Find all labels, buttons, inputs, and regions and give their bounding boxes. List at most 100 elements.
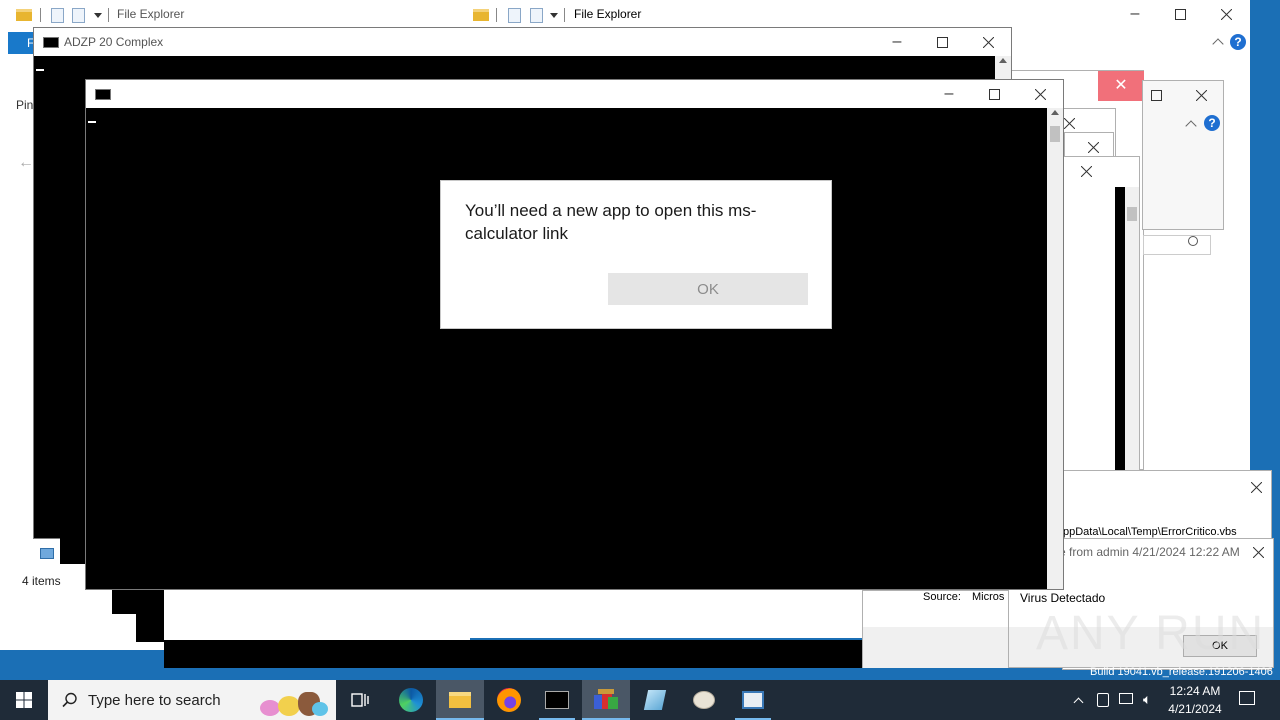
maximize-button[interactable] [919,28,965,56]
minimize-button[interactable]: – [1112,0,1158,28]
close-button[interactable] [1203,0,1249,28]
volume-icon[interactable]: 🔈︎ [1143,691,1151,708]
easter-eggs-icon [260,688,330,718]
desktop-icon-higher[interactable]: higher [74,598,114,613]
collapse-ribbon-icon[interactable] [1185,120,1197,132]
source-label: Source: [923,591,961,603]
window-title: File Explorer [574,7,642,21]
maximize-button[interactable] [1133,81,1179,109]
minimize-button[interactable]: – [926,80,972,108]
cmd-icon [545,691,569,709]
search-box[interactable]: Type here to search [48,680,336,720]
console-fragment [136,588,164,642]
file-explorer-icon [449,692,471,708]
help-icon[interactable]: ? [1230,34,1246,50]
scroll-up-arrow[interactable] [1051,110,1059,115]
close-button[interactable] [1233,473,1279,501]
minimize-button[interactable]: – [874,28,920,56]
window-title: ADZP 20 Complex [64,35,164,49]
show-hidden-icons-chevron-icon[interactable] [1073,697,1084,708]
console-icon [43,37,59,48]
maximize-button[interactable] [1157,0,1203,28]
edge-button[interactable] [387,680,435,720]
build-watermark: Build 19041.vb_release.191206-1406 [1090,666,1273,678]
task-view-icon [351,693,369,707]
app-needed-dialog[interactable]: You’ll need a new app to open this ms-ca… [440,180,832,329]
edge-icon [399,688,423,712]
back-arrow-icon[interactable]: ← [18,154,34,172]
ok-button[interactable]: OK [608,273,808,305]
title-bar: – [86,80,1063,108]
title-bar: File Explorer – [464,0,1250,28]
task-view-button[interactable] [336,680,384,720]
message-body: Virus Detectado [1020,591,1106,605]
search-icon [62,692,77,708]
script-path: ppData\Local\Temp\ErrorCritico.vbs [1063,526,1237,538]
cmd-button[interactable] [533,680,581,720]
close-button[interactable] [1178,81,1224,109]
console-strip [1115,187,1125,477]
divider [496,8,497,22]
anyrun-watermark: ANY RUN [1036,607,1266,660]
scrollbar-thumb[interactable] [1127,207,1137,221]
firefox-button[interactable] [485,680,533,720]
desktop-icon-vlc[interactable]: VLC media player [6,598,66,628]
folder-icon [16,9,32,21]
console-fragment [60,538,86,564]
taskbar-preview-icon [40,548,54,559]
winrar-icon [594,689,618,711]
divider [40,8,41,22]
firefox-icon [497,688,521,712]
console-window-front[interactable]: – [85,79,1064,590]
paint-icon [693,691,715,709]
scrollbar-thumb[interactable] [1050,126,1060,142]
taskbar: Type here to search 🔈︎ 12:24 AM 4/21/202… [0,680,1280,720]
window-title: File Explorer [117,7,185,21]
winrar-button[interactable] [582,680,630,720]
text-cursor [36,69,44,71]
notifications-icon[interactable] [1239,691,1255,705]
collapse-ribbon-icon[interactable] [1212,38,1224,50]
help-icon[interactable]: ? [1204,115,1220,131]
security-icon[interactable] [1097,693,1109,707]
paint-button[interactable] [680,680,728,720]
start-button[interactable] [0,680,48,720]
folder-icon [473,9,489,21]
chevron-down-icon[interactable] [550,13,558,18]
notepad-button[interactable] [631,680,679,720]
stacked-window-2[interactable]: ? [1142,80,1224,255]
pin-to-quick-access[interactable]: Pin [16,98,33,112]
properties-icon[interactable] [51,8,64,23]
source-value: Micros [972,591,1005,603]
divider [108,8,109,22]
close-button[interactable] [1235,539,1280,565]
script-button[interactable] [729,680,777,720]
search-icon[interactable] [1188,236,1198,246]
chevron-down-icon[interactable] [94,13,102,18]
close-button[interactable] [1017,80,1063,108]
clock-time[interactable]: 12:24 AM [1160,684,1230,698]
properties-icon[interactable] [508,8,521,23]
close-button[interactable] [1063,157,1109,185]
new-folder-icon[interactable] [72,8,85,23]
title-bar: File Explorer [0,0,470,28]
white-window-fragment [164,588,862,638]
notepad-icon [643,690,667,710]
scrollbar[interactable] [1125,187,1139,477]
clock-date[interactable]: 4/21/2024 [1160,702,1230,716]
search-placeholder: Type here to search [88,692,221,709]
script-icon [742,691,764,709]
file-explorer-button[interactable] [436,680,484,720]
new-folder-icon[interactable] [530,8,543,23]
search-box[interactable] [1143,235,1211,255]
status-bar-text: 4 items [22,574,61,588]
scroll-up-arrow[interactable] [999,58,1007,63]
network-icon[interactable] [1119,693,1133,704]
scrollbar[interactable] [1047,108,1063,589]
maximize-button[interactable] [971,80,1017,108]
console-fragment [112,588,138,614]
title-bar: ADZP 20 Complex – [34,28,1011,56]
close-button[interactable] [965,28,1011,56]
stacked-window-5[interactable] [1060,156,1140,477]
divider [564,8,565,22]
